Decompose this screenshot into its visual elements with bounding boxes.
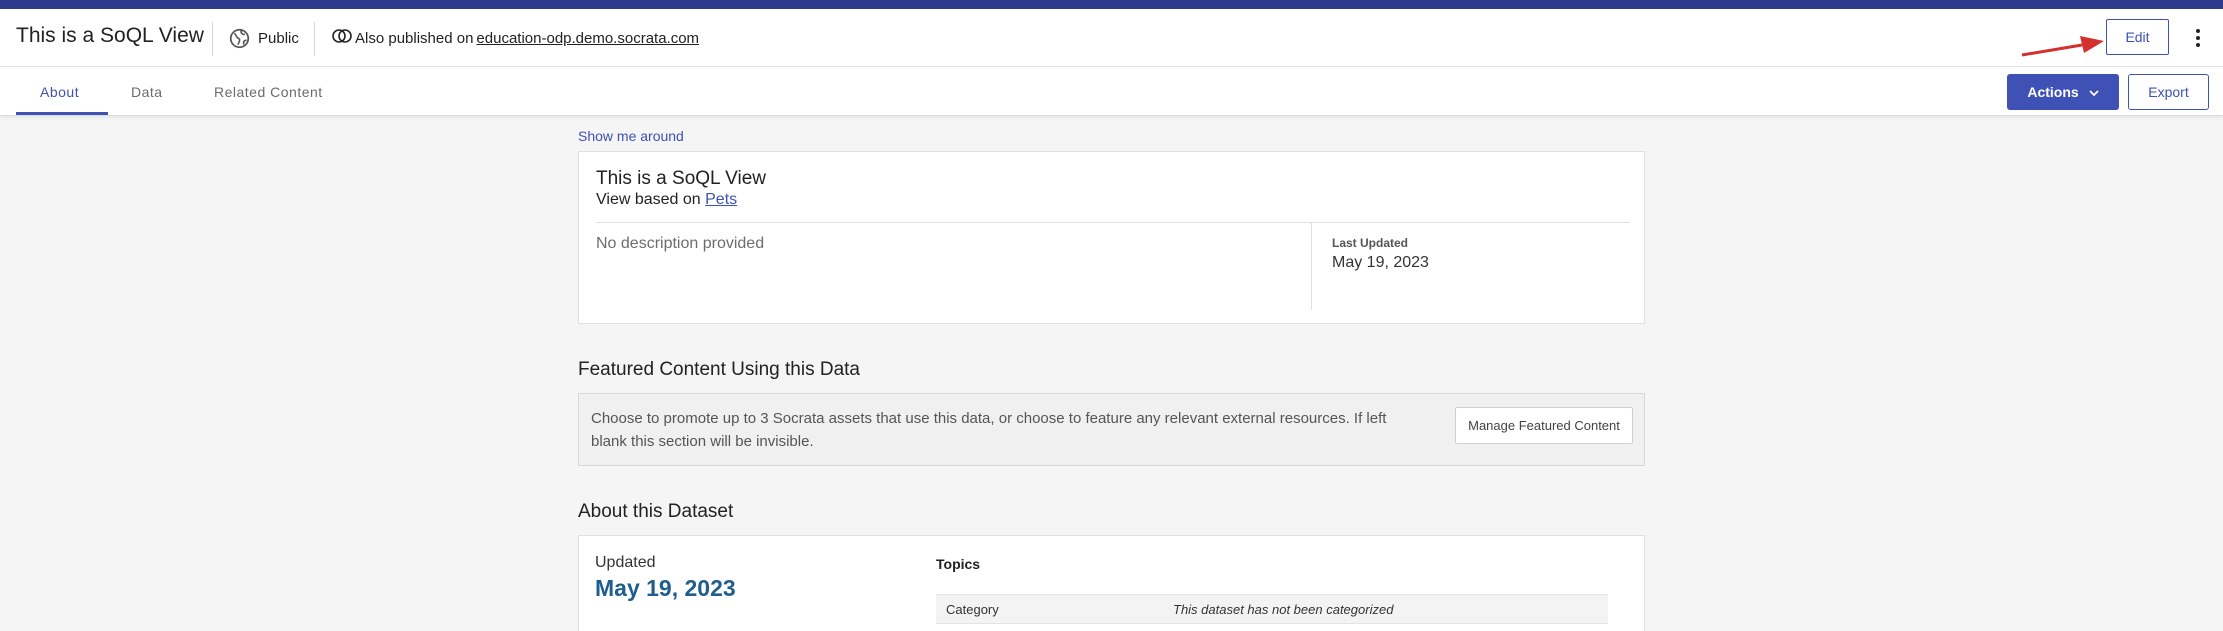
tab-about[interactable]: About: [40, 67, 79, 116]
chevron-down-icon: [2089, 84, 2099, 100]
tab-related-content[interactable]: Related Content: [214, 67, 323, 116]
globe-icon: [229, 28, 250, 49]
based-on-line: View based on Pets: [596, 191, 737, 209]
red-arrow-icon: [2020, 35, 2104, 62]
header-divider: [212, 22, 213, 56]
featured-content-box: Choose to promote up to 3 Socrata assets…: [578, 393, 1645, 466]
active-tab-indicator: [16, 112, 108, 115]
updated-label: Updated: [595, 554, 656, 571]
dataset-info-card: This is a SoQL View View based on Pets N…: [578, 151, 1645, 324]
dataset-header: This is a SoQL View Public Also publishe…: [0, 9, 2223, 67]
tab-bar: About Data Related Content Actions Expor…: [0, 67, 2223, 116]
page-title: This is a SoQL View: [16, 24, 204, 47]
about-dataset-card: Updated May 19, 2023 Topics Category Thi…: [578, 535, 1645, 631]
actions-label: Actions: [2027, 84, 2079, 100]
published-domain-link[interactable]: education-odp.demo.socrata.com: [476, 30, 699, 47]
show-me-around-link[interactable]: Show me around: [578, 128, 684, 144]
about-dataset-title: About this Dataset: [578, 501, 734, 522]
updated-value: May 19, 2023: [595, 575, 736, 601]
category-value: This dataset has not been categorized: [1173, 602, 1394, 617]
published-prefix: Also published on: [355, 29, 474, 47]
federation-icon: [332, 28, 352, 48]
featured-content-title: Featured Content Using this Data: [578, 359, 860, 380]
tab-data[interactable]: Data: [131, 67, 163, 116]
last-updated-value: May 19, 2023: [1332, 254, 1429, 271]
published-info: Also published on education-odp.demo.soc…: [332, 26, 699, 50]
visibility-label: Public: [258, 29, 299, 47]
based-on-prefix: View based on: [596, 191, 701, 208]
topics-label: Topics: [936, 556, 981, 572]
top-accent-bar: [0, 0, 2223, 9]
divider: [596, 222, 1630, 223]
actions-button[interactable]: Actions: [2007, 74, 2119, 110]
more-vertical-icon[interactable]: [2188, 25, 2208, 51]
last-updated-label: Last Updated: [1332, 236, 1409, 250]
category-label: Category: [946, 602, 999, 617]
info-card-title: This is a SoQL View: [596, 168, 767, 189]
featured-content-text: Choose to promote up to 3 Socrata assets…: [591, 410, 1387, 450]
table-row: Category This dataset has not been categ…: [936, 594, 1608, 624]
header-divider: [314, 22, 315, 56]
visibility-indicator[interactable]: Public: [229, 26, 299, 50]
description-text: No description provided: [596, 235, 765, 252]
export-button[interactable]: Export: [2128, 74, 2209, 110]
divider: [1311, 223, 1312, 310]
manage-featured-content-button[interactable]: Manage Featured Content: [1455, 407, 1633, 444]
based-on-link[interactable]: Pets: [705, 191, 737, 208]
edit-button[interactable]: Edit: [2106, 19, 2169, 55]
